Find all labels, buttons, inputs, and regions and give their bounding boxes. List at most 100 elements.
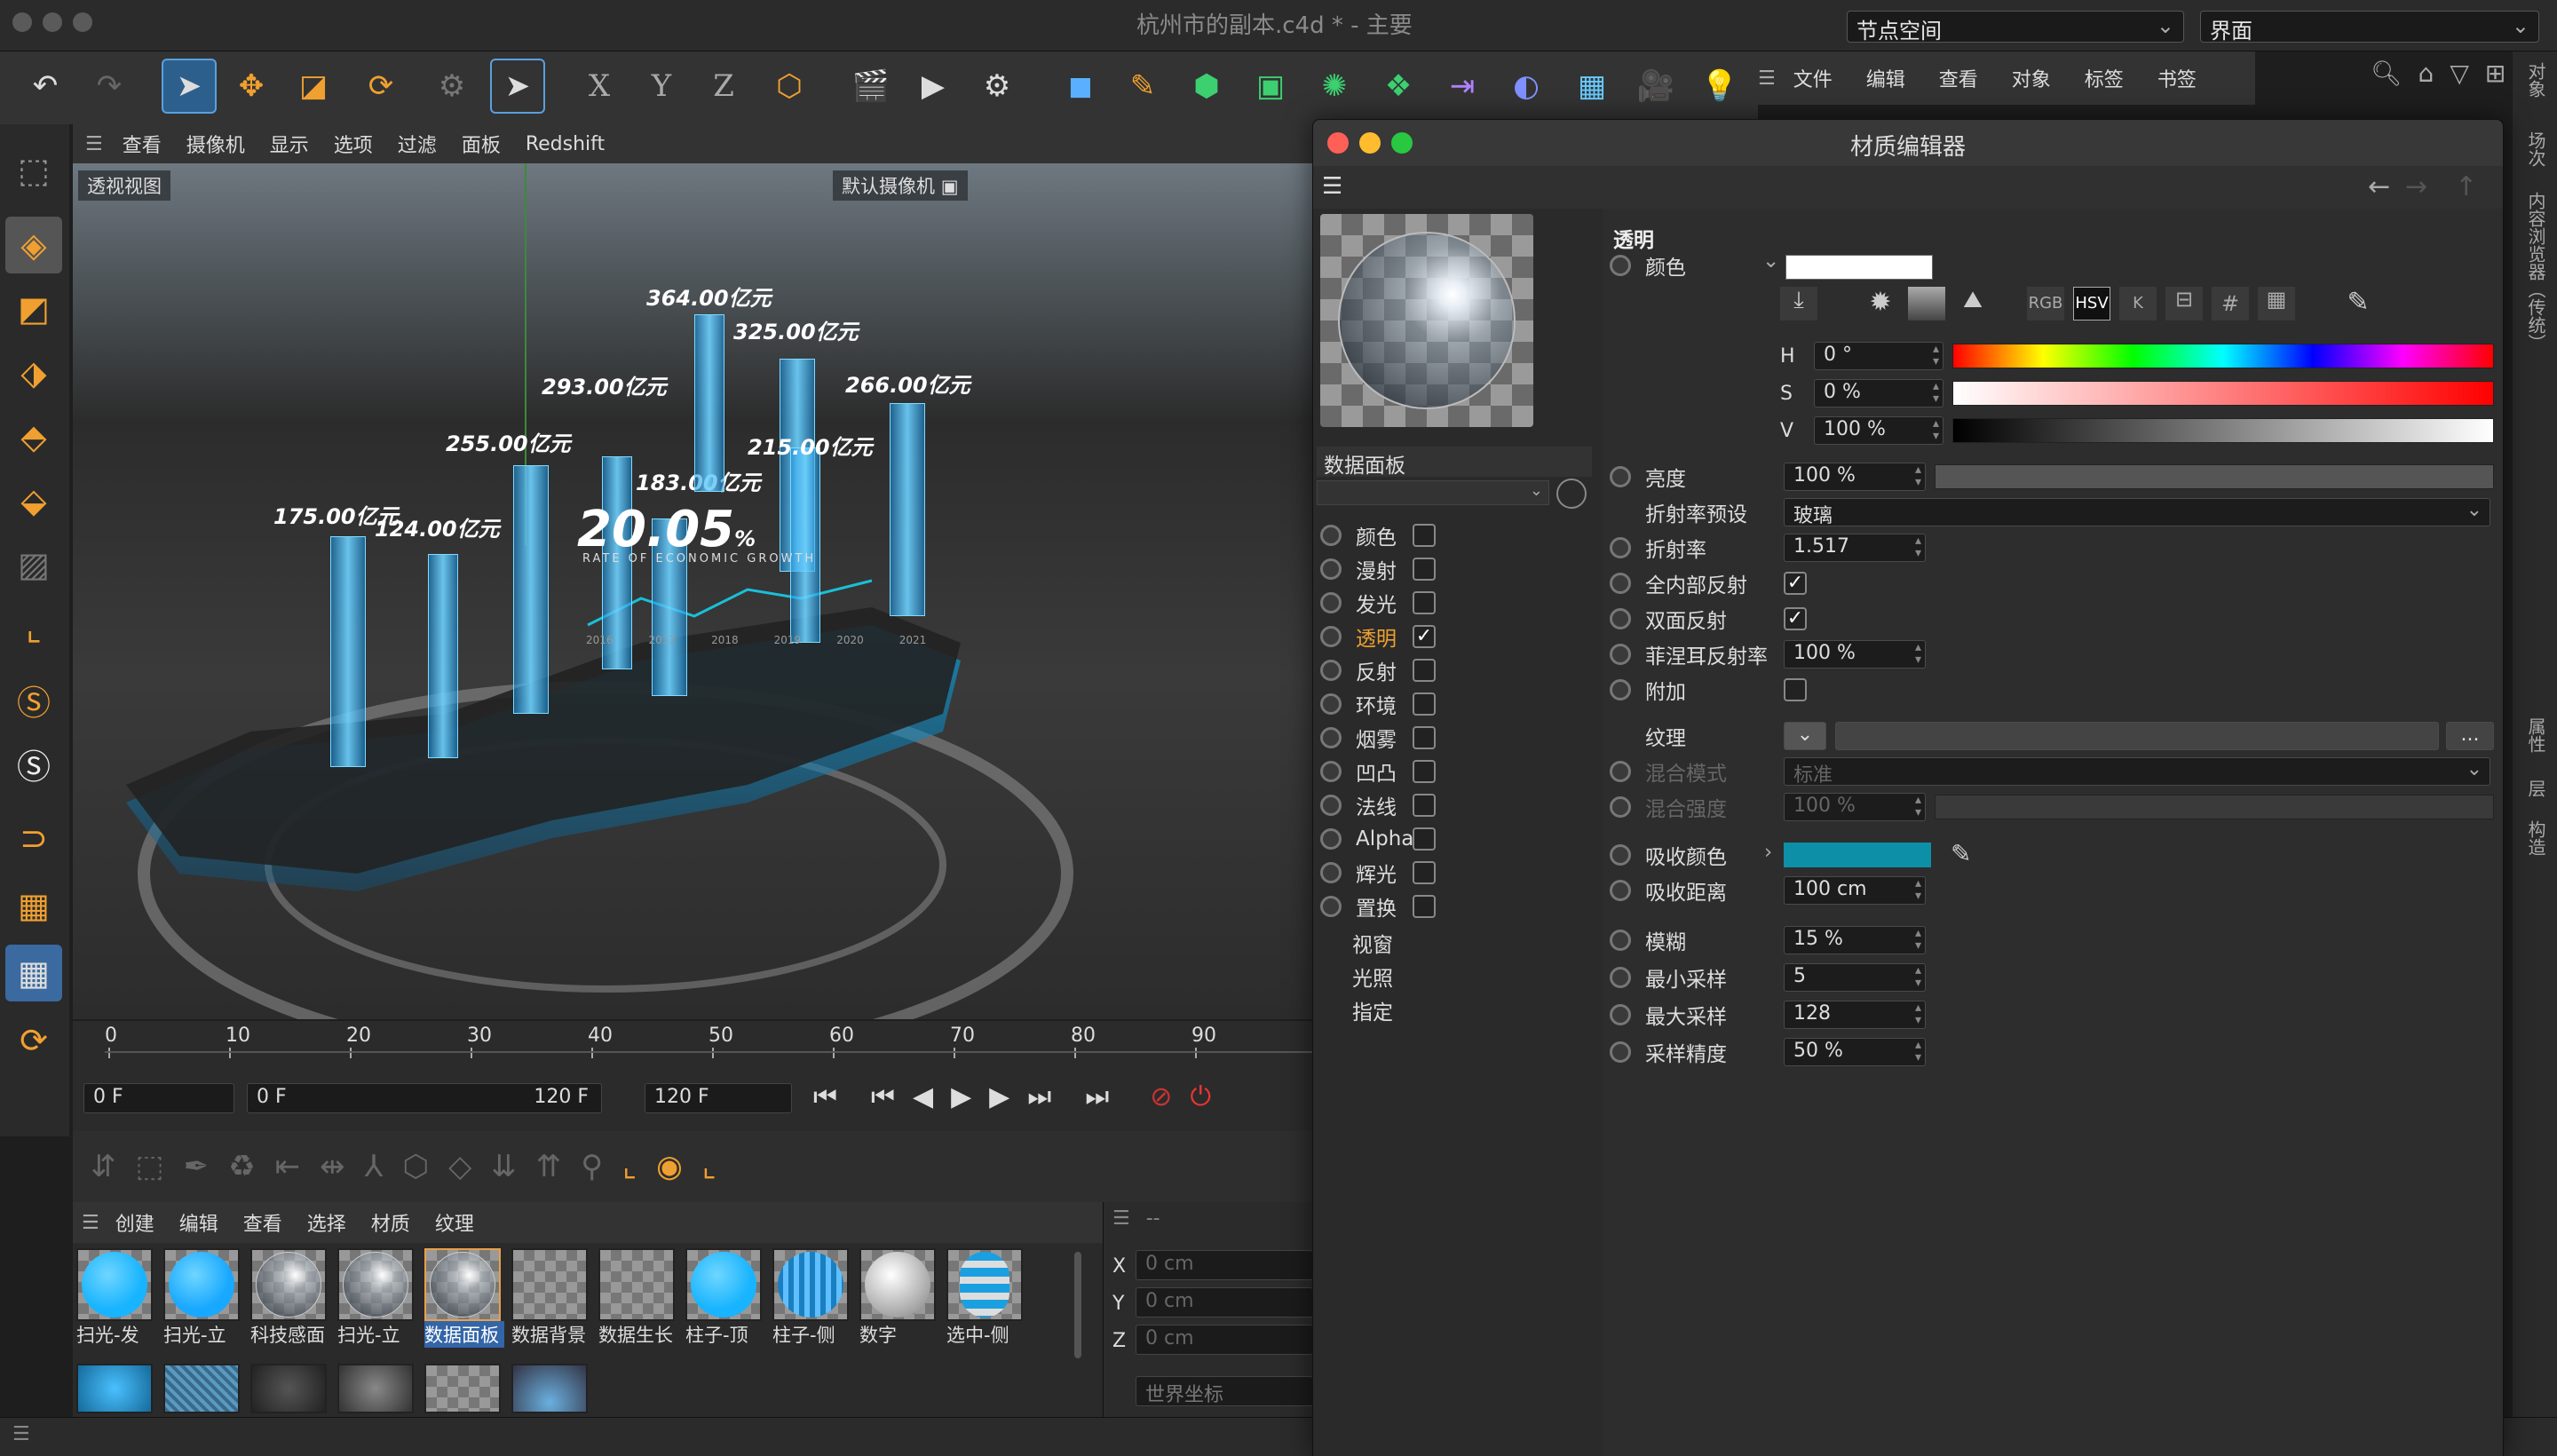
material-swatch[interactable]: 扫光-立 — [163, 1248, 240, 1348]
menu-object[interactable]: 对象 — [2012, 64, 2051, 92]
property-field[interactable]: 1.517 ▴ ▾ — [1784, 534, 1926, 562]
hamburger-icon[interactable]: ☰ — [1112, 1207, 1130, 1230]
record-icon[interactable]: ⊘ — [1150, 1081, 1172, 1112]
chevron-right-icon[interactable]: › — [1764, 841, 1772, 864]
menu-tags[interactable]: 标签 — [2085, 64, 2124, 92]
window-zoom-button[interactable] — [73, 12, 92, 32]
channel-checkbox[interactable] — [1413, 558, 1436, 581]
animate-icon[interactable] — [1610, 255, 1631, 276]
search-icon[interactable]: 🔍︎ — [2371, 59, 2403, 88]
material-swatch[interactable] — [511, 1364, 588, 1413]
recent-tool-icon[interactable]: ⚙ — [424, 59, 479, 114]
hamburger-icon[interactable]: ☰ — [85, 133, 103, 155]
channel-checkbox[interactable] — [1413, 827, 1436, 851]
hex-icon[interactable]: # — [2212, 287, 2249, 320]
coordinate-system-icon[interactable]: ⬡ — [762, 59, 817, 114]
keyframe-tilt-icon[interactable]: ◇ — [448, 1149, 471, 1184]
filter-icon[interactable]: ▽ — [2450, 59, 2469, 88]
window-close-button[interactable] — [12, 12, 32, 32]
redo-icon[interactable]: ↷ — [82, 59, 137, 114]
material-swatch[interactable]: 扫光-发 — [76, 1248, 153, 1348]
material-swatch[interactable]: 扫光-立 — [337, 1248, 414, 1348]
uv-mode-icon[interactable]: ▨ — [5, 536, 62, 593]
points-mode-icon[interactable]: ⬗ — [5, 344, 62, 401]
tab-content-browser[interactable]: 内容浏览器（传统） — [2523, 192, 2549, 352]
channel-radio[interactable] — [1320, 592, 1342, 613]
back-arrow-icon[interactable]: ← — [2368, 171, 2390, 202]
property-checkbox[interactable]: ✓ — [1784, 572, 1807, 595]
keyframe-down-icon[interactable]: ⇊ — [491, 1149, 517, 1184]
z-axis-lock-icon[interactable]: Z — [696, 59, 751, 114]
vp-menu-cameras[interactable]: 摄像机 — [186, 130, 245, 158]
render-settings-icon[interactable]: ⚙ — [970, 59, 1025, 114]
mm-menu-select[interactable]: 选择 — [307, 1208, 346, 1237]
property-field[interactable]: 5 ▴ ▾ — [1784, 963, 1926, 992]
stepper-icon[interactable]: ▴ ▾ — [1915, 964, 1921, 989]
property-field[interactable]: 100 % ▴ ▾ — [1784, 793, 1926, 821]
polygons-mode-icon[interactable]: ⬙ — [5, 472, 62, 529]
editor-extra-item[interactable]: 指定 — [1352, 995, 1393, 1025]
property-dropdown[interactable]: 标准 ⌄ — [1784, 757, 2490, 787]
keyframe-brush-icon[interactable]: ✒ — [184, 1149, 210, 1184]
up-arrow-icon[interactable]: ↑ — [2455, 171, 2477, 202]
channel-item[interactable]: 漫射 — [1313, 553, 1491, 585]
keyframe-object-icon[interactable]: ⬚ — [136, 1149, 164, 1184]
hsv-button[interactable]: HSV — [2073, 287, 2110, 320]
channel-item[interactable]: 凹凸 — [1313, 756, 1491, 787]
hsv-field[interactable]: 0 % ▴ ▾ — [1814, 379, 1943, 408]
window-minimize-button[interactable] — [43, 12, 62, 32]
material-swatch[interactable]: 选中-侧 — [946, 1248, 1023, 1348]
mograph-icon[interactable]: ❖ — [1371, 59, 1426, 114]
animate-icon[interactable] — [1610, 761, 1631, 782]
preview-range-slider[interactable]: 0 F 120 F — [247, 1083, 602, 1113]
property-field[interactable]: 100 % ▴ ▾ — [1784, 463, 1926, 491]
property-field[interactable]: 15 % ▴ ▾ — [1784, 926, 1926, 954]
keyframe-box-icon[interactable]: ⬡ — [402, 1149, 429, 1184]
channel-item[interactable]: 发光 — [1313, 587, 1491, 619]
channel-checkbox[interactable]: ✓ — [1413, 625, 1436, 648]
mm-menu-edit[interactable]: 编辑 — [179, 1208, 218, 1237]
mm-menu-texture[interactable]: 纹理 — [435, 1208, 474, 1237]
stepper-icon[interactable]: ▴ ▾ — [1915, 534, 1921, 559]
kelvin-button[interactable]: K — [2119, 287, 2157, 320]
stepper-icon[interactable]: ▴ ▾ — [1915, 641, 1921, 666]
channel-radio[interactable] — [1320, 558, 1342, 580]
property-dropdown[interactable]: 玻璃 ⌄ — [1784, 498, 2490, 527]
tab-attributes[interactable]: 属性 — [2523, 717, 2549, 753]
stepper-icon[interactable]: ▴ ▾ — [1915, 794, 1921, 819]
hsv-slider[interactable] — [1952, 418, 2494, 443]
field-icon[interactable]: ◐ — [1499, 59, 1554, 114]
material-swatch[interactable] — [424, 1364, 501, 1413]
animate-icon[interactable] — [1610, 930, 1631, 951]
channel-radio[interactable] — [1320, 795, 1342, 816]
play-icon[interactable]: ▶ — [951, 1081, 971, 1112]
vp-menu-view[interactable]: 查看 — [123, 130, 162, 158]
previous-key-icon[interactable]: ⏮ — [871, 1081, 895, 1112]
material-swatch[interactable]: 科技感面 — [250, 1248, 327, 1348]
keyframe-sphere-icon[interactable]: ◉ — [656, 1149, 683, 1184]
channel-checkbox[interactable] — [1413, 692, 1436, 716]
make-editable-icon[interactable]: ⬚ — [5, 142, 62, 199]
animate-icon[interactable] — [1610, 644, 1631, 665]
stepper-icon[interactable]: ▴ ▾ — [1915, 463, 1921, 488]
material-sub-field[interactable]: ⌄ — [1317, 480, 1549, 505]
hamburger-icon[interactable]: ☰ — [12, 1423, 30, 1445]
rotate-tool-icon[interactable]: ⟳ — [353, 59, 408, 114]
animate-icon[interactable] — [1610, 466, 1631, 487]
keyframe-range-icon[interactable]: ⇤ — [275, 1149, 301, 1184]
scrollbar[interactable] — [1074, 1252, 1081, 1358]
light-icon[interactable]: 💡 — [1692, 59, 1747, 114]
channel-item[interactable]: 法线 — [1313, 789, 1491, 821]
magnet-icon[interactable]: ⊃ — [5, 810, 62, 866]
pick-icon[interactable] — [1556, 479, 1587, 509]
scale-tool-icon[interactable]: ◪ — [286, 59, 341, 114]
lock-workplane-icon[interactable]: ▦ — [5, 945, 62, 1001]
axis-mode-icon[interactable]: ⌞ — [5, 600, 62, 657]
material-name-field[interactable]: 数据面板 — [1317, 447, 1592, 478]
channel-checkbox[interactable] — [1413, 591, 1436, 614]
next-key-icon[interactable]: ⏭ — [1027, 1081, 1051, 1112]
material-swatch[interactable]: 柱子-侧 — [772, 1248, 849, 1348]
channel-item[interactable]: 透明 ✓ — [1313, 621, 1491, 653]
animate-icon[interactable] — [1610, 880, 1631, 901]
go-to-end-icon[interactable]: ⏭ — [1085, 1081, 1109, 1112]
